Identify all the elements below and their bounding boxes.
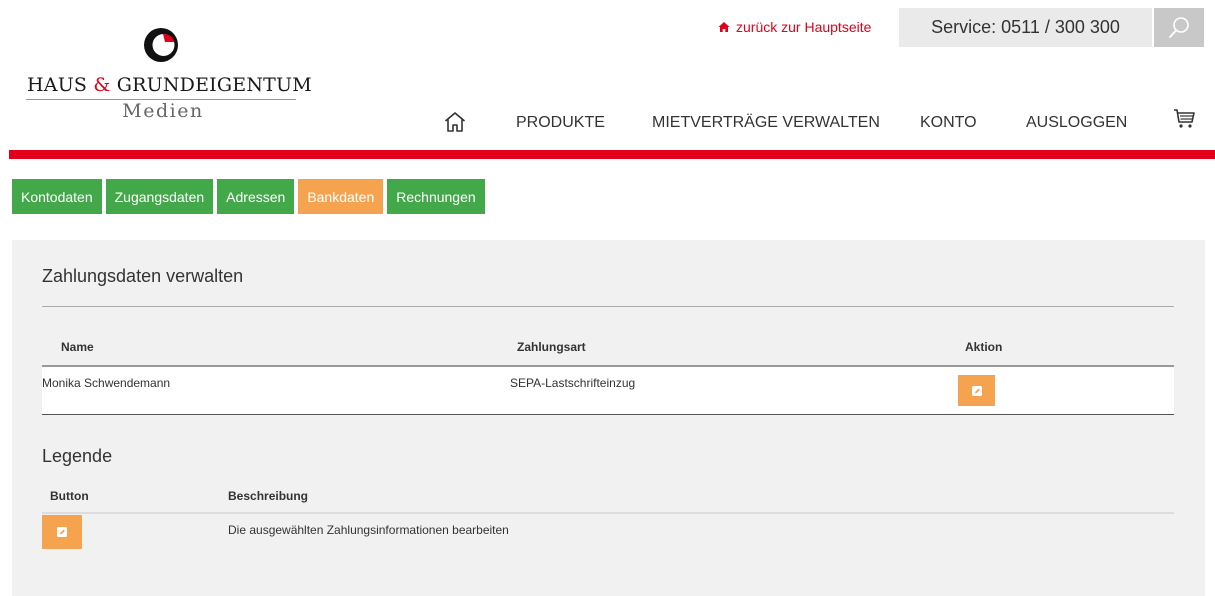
logo-mark-icon bbox=[144, 28, 178, 62]
page-title: Zahlungsdaten verwalten bbox=[42, 266, 244, 286]
edit-icon bbox=[57, 527, 67, 537]
column-header-name: Name bbox=[61, 340, 94, 354]
cart-icon[interactable] bbox=[1173, 107, 1197, 131]
edit-icon bbox=[971, 385, 982, 396]
nav-item-ausloggen[interactable]: AUSLOGGEN bbox=[1026, 114, 1127, 132]
legend-description: Die ausgewählten Zahlungsinformationen b… bbox=[228, 523, 509, 537]
nav-item-produkte[interactable]: PRODUKTE bbox=[516, 114, 605, 132]
search-icon bbox=[1169, 16, 1189, 38]
nav-item-konto[interactable]: KONTO bbox=[920, 114, 977, 132]
edit-payment-button[interactable] bbox=[958, 375, 995, 406]
column-header-zahlungsart: Zahlungsart bbox=[517, 340, 586, 354]
header-red-bar bbox=[9, 150, 1215, 159]
legend-divider bbox=[42, 512, 1174, 514]
legend-header-button: Button bbox=[50, 489, 89, 503]
column-header-aktion: Aktion bbox=[965, 340, 1003, 354]
logo-text-line2: Medien bbox=[122, 100, 204, 122]
account-tabs: Kontodaten Zugangsdaten Adressen Bankdat… bbox=[12, 179, 485, 214]
legend-header-beschreibung: Beschreibung bbox=[228, 489, 309, 503]
service-hotline-label: Service: 0511 / 300 300 bbox=[931, 17, 1120, 37]
tab-zugangsdaten[interactable]: Zugangsdaten bbox=[105, 179, 214, 214]
tab-bankdaten[interactable]: Bankdaten bbox=[298, 179, 384, 214]
brand-logo[interactable]: HAUS & GRUNDEIGENTUM Medien bbox=[18, 20, 312, 130]
tab-adressen[interactable]: Adressen bbox=[217, 179, 295, 214]
back-to-home-link[interactable]: zurück zur Hauptseite bbox=[718, 19, 871, 35]
title-divider bbox=[42, 306, 1174, 307]
table-row: Monika Schwendemann SEPA-Lastschrifteinz… bbox=[42, 367, 1174, 415]
payment-data-panel: Zahlungsdaten verwalten Name Zahlungsart… bbox=[12, 240, 1205, 596]
cell-zahlungsart: SEPA-Lastschrifteinzug bbox=[510, 376, 636, 390]
cell-name: Monika Schwendemann bbox=[42, 376, 171, 390]
logo-text-line1: HAUS & GRUNDEIGENTUM bbox=[27, 74, 312, 96]
nav-item-mietvertraege-verwalten[interactable]: MIETVERTRÄGE VERWALTEN bbox=[652, 114, 880, 132]
tab-rechnungen[interactable]: Rechnungen bbox=[387, 179, 485, 214]
tab-kontodaten[interactable]: Kontodaten bbox=[12, 179, 102, 214]
back-link-label: zurück zur Hauptseite bbox=[736, 19, 872, 35]
service-hotline: Service: 0511 / 300 300 bbox=[899, 8, 1152, 47]
legend-title: Legende bbox=[42, 446, 113, 466]
legend-edit-icon-sample bbox=[42, 515, 82, 549]
home-small-icon bbox=[718, 22, 730, 32]
home-icon[interactable] bbox=[443, 110, 467, 134]
search-button[interactable] bbox=[1154, 8, 1204, 47]
